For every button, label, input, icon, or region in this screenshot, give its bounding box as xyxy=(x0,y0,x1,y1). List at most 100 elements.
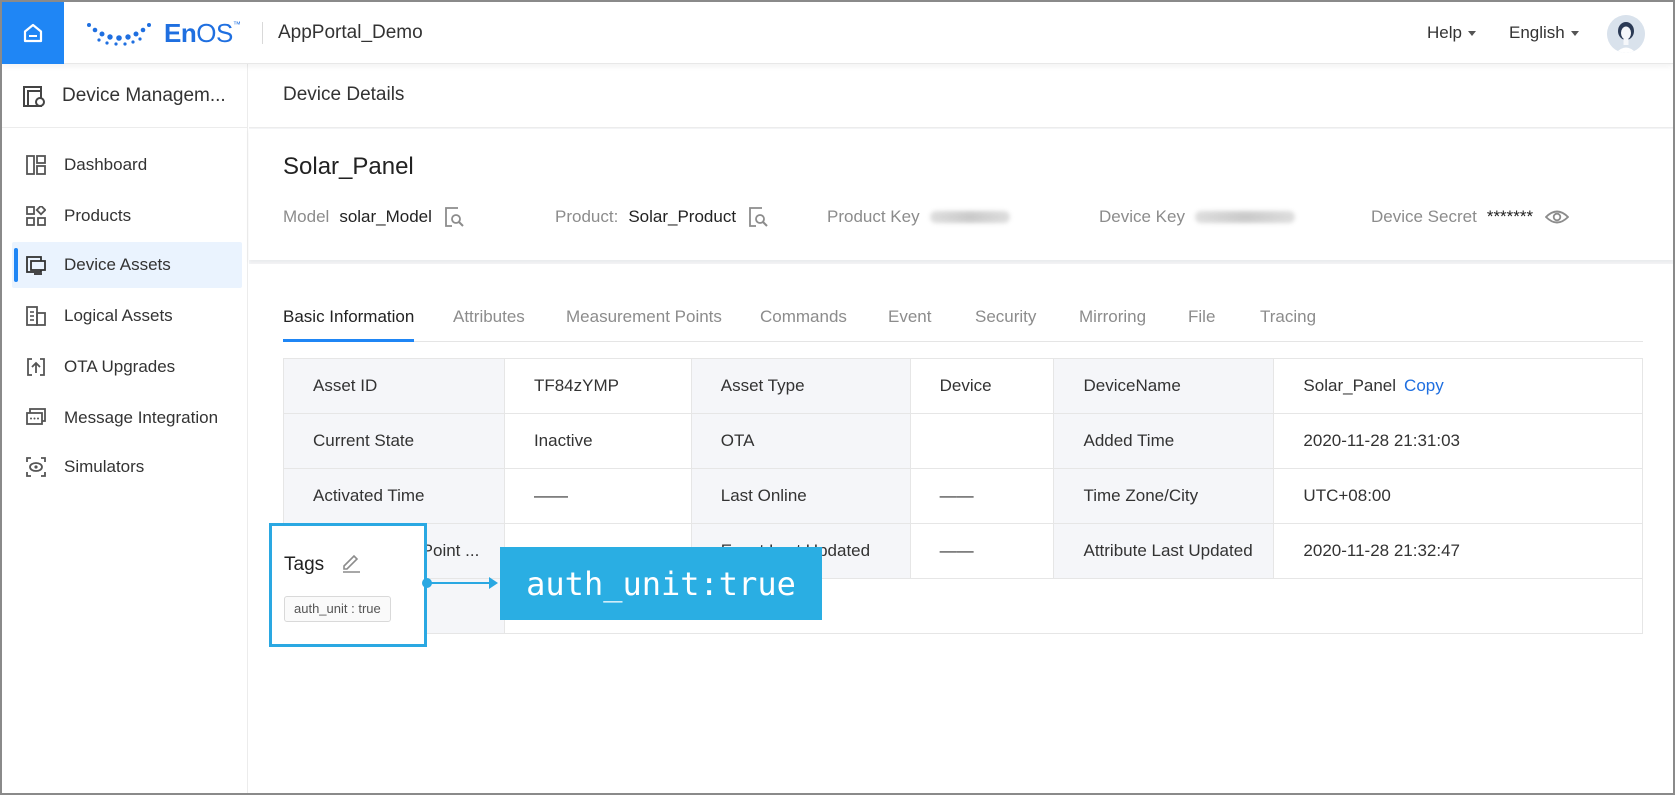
ota-value xyxy=(909,413,1055,469)
device-key-label: Device Key xyxy=(1099,207,1185,226)
logical-assets-icon xyxy=(26,306,46,326)
help-label: Help xyxy=(1427,23,1462,42)
tab-measurement-points[interactable]: Measurement Points xyxy=(566,307,722,327)
device-management-icon xyxy=(23,85,45,107)
sidebar-item-label: Device Assets xyxy=(64,255,171,274)
sidebar: Device Managem... Dashboard Products Dev… xyxy=(2,64,248,793)
products-icon xyxy=(26,206,46,226)
sidebar-item-label: Message Integration xyxy=(64,408,219,427)
tab-basic-information[interactable]: Basic Information xyxy=(283,307,415,342)
added-time-label: Added Time xyxy=(1053,413,1275,469)
app-window: EnOS ™ AppPortal_Demo Help English Devic… xyxy=(0,0,1675,795)
sidebar-item-label: Logical Assets xyxy=(64,306,173,325)
tab-commands[interactable]: Commands xyxy=(760,307,847,327)
tab-bar: Basic Information Attributes Measurement… xyxy=(283,294,1643,342)
current-state-value: Inactive xyxy=(503,413,692,469)
callout-label: auth_unit:true xyxy=(500,547,822,620)
tab-tracing[interactable]: Tracing xyxy=(1260,307,1316,327)
tab-file[interactable]: File xyxy=(1188,307,1215,327)
asset-id-value: TF84zYMP xyxy=(503,358,692,414)
message-integration-icon xyxy=(26,408,46,425)
logo-dots-icon xyxy=(87,23,151,46)
device-assets-icon xyxy=(26,256,46,275)
attribute-last-updated-label: Attribute Last Updated xyxy=(1053,523,1275,579)
model-field: Model solar_Model xyxy=(283,207,464,227)
chevron-down-icon xyxy=(1467,31,1476,37)
user-avatar-icon xyxy=(1607,15,1645,53)
reveal-secret-button[interactable] xyxy=(1545,208,1570,226)
sidebar-item-ota-upgrades[interactable]: OTA Upgrades xyxy=(12,344,242,390)
top-bar: EnOS ™ AppPortal_Demo Help English xyxy=(2,2,1673,64)
sidebar-item-products[interactable]: Products xyxy=(12,193,242,239)
activated-time-value: —— xyxy=(503,468,692,524)
device-name-cell: Solar_Panel Copy xyxy=(1273,358,1643,414)
time-zone-label: Time Zone/City xyxy=(1053,468,1275,524)
chevron-down-icon xyxy=(1570,31,1579,37)
tags-section-highlight: Tags auth_unit : true xyxy=(269,523,427,647)
home-icon xyxy=(23,23,43,43)
table-row: Activated Time —— Last Online —— Time Zo… xyxy=(283,468,1643,524)
product-label: Product: xyxy=(555,207,619,226)
edit-tags-button[interactable] xyxy=(340,551,362,578)
enos-logo: EnOS ™ xyxy=(86,18,241,48)
tab-attributes[interactable]: Attributes xyxy=(453,307,525,327)
main-content: Device Details Solar_Panel Model solar_M… xyxy=(249,64,1673,793)
tab-mirroring[interactable]: Mirroring xyxy=(1079,307,1146,327)
sidebar-item-label: OTA Upgrades xyxy=(64,357,176,376)
view-model-button[interactable] xyxy=(444,207,464,227)
device-secret-label: Device Secret xyxy=(1371,207,1477,226)
pencil-icon xyxy=(343,554,360,573)
tag-chip: auth_unit : true xyxy=(284,596,391,622)
device-secret-field: Device Secret ******* xyxy=(1371,207,1570,227)
breadcrumb: Device Details xyxy=(249,64,1673,128)
activated-time-label: Activated Time xyxy=(283,468,505,524)
product-key-value-redacted xyxy=(929,211,1010,223)
search-document-icon xyxy=(445,207,464,227)
sidebar-item-device-assets[interactable]: Device Assets xyxy=(12,242,242,288)
sidebar-item-logical-assets[interactable]: Logical Assets xyxy=(12,293,242,339)
sidebar-item-simulators[interactable]: Simulators xyxy=(12,444,242,490)
sidebar-item-message-integration[interactable]: Message Integration xyxy=(12,395,242,441)
sidebar-item-dashboard[interactable]: Dashboard xyxy=(12,142,242,188)
attribute-last-updated-value: 2020-11-28 21:32:47 xyxy=(1273,523,1643,579)
search-document-icon xyxy=(749,207,768,227)
model-value: solar_Model xyxy=(339,207,432,226)
avatar[interactable] xyxy=(1607,15,1645,53)
callout-arrow-head xyxy=(489,577,498,589)
simulators-icon xyxy=(26,457,46,477)
current-state-label: Current State xyxy=(283,413,505,469)
logo-trademark: ™ xyxy=(232,20,241,29)
device-details-card: Basic Information Attributes Measurement… xyxy=(249,264,1673,793)
device-name-label: DeviceName xyxy=(1053,358,1275,414)
asset-type-value: Device xyxy=(909,358,1055,414)
page-title: Device Details xyxy=(283,84,405,105)
sidebar-item-label: Simulators xyxy=(64,457,145,476)
table-row: Current State Inactive OTA Added Time 20… xyxy=(283,413,1643,469)
header-divider xyxy=(262,22,263,44)
help-menu[interactable]: Help xyxy=(1427,23,1476,43)
device-secret-value: ******* xyxy=(1486,207,1534,226)
device-name-value: Solar_Panel xyxy=(1303,376,1397,395)
language-menu[interactable]: English xyxy=(1509,23,1579,43)
device-name-title: Solar_Panel xyxy=(283,153,414,180)
product-key-field: Product Key xyxy=(827,207,1010,227)
tags-title: Tags xyxy=(284,554,325,575)
asset-type-label: Asset Type xyxy=(690,358,911,414)
copy-link[interactable]: Copy xyxy=(1404,376,1444,395)
time-zone-value: UTC+08:00 xyxy=(1273,468,1643,524)
sidebar-header[interactable]: Device Managem... xyxy=(2,64,247,128)
dashboard-icon xyxy=(26,155,46,175)
logo-wordmark: EnOS xyxy=(164,17,233,48)
eye-icon xyxy=(1545,210,1570,224)
view-product-button[interactable] xyxy=(748,207,768,227)
home-button[interactable] xyxy=(2,2,64,64)
table-row: Asset ID TF84zYMP Asset Type Device Devi… xyxy=(283,358,1643,414)
callout-arrow-line xyxy=(427,582,493,584)
event-last-updated-value: —— xyxy=(909,523,1055,579)
ota-upgrades-icon xyxy=(27,358,45,376)
sidebar-item-label: Products xyxy=(64,206,132,225)
tab-event[interactable]: Event xyxy=(888,307,931,327)
tab-security[interactable]: Security xyxy=(975,307,1036,327)
product-field: Product: Solar_Product xyxy=(555,207,768,227)
last-online-value: —— xyxy=(909,468,1055,524)
